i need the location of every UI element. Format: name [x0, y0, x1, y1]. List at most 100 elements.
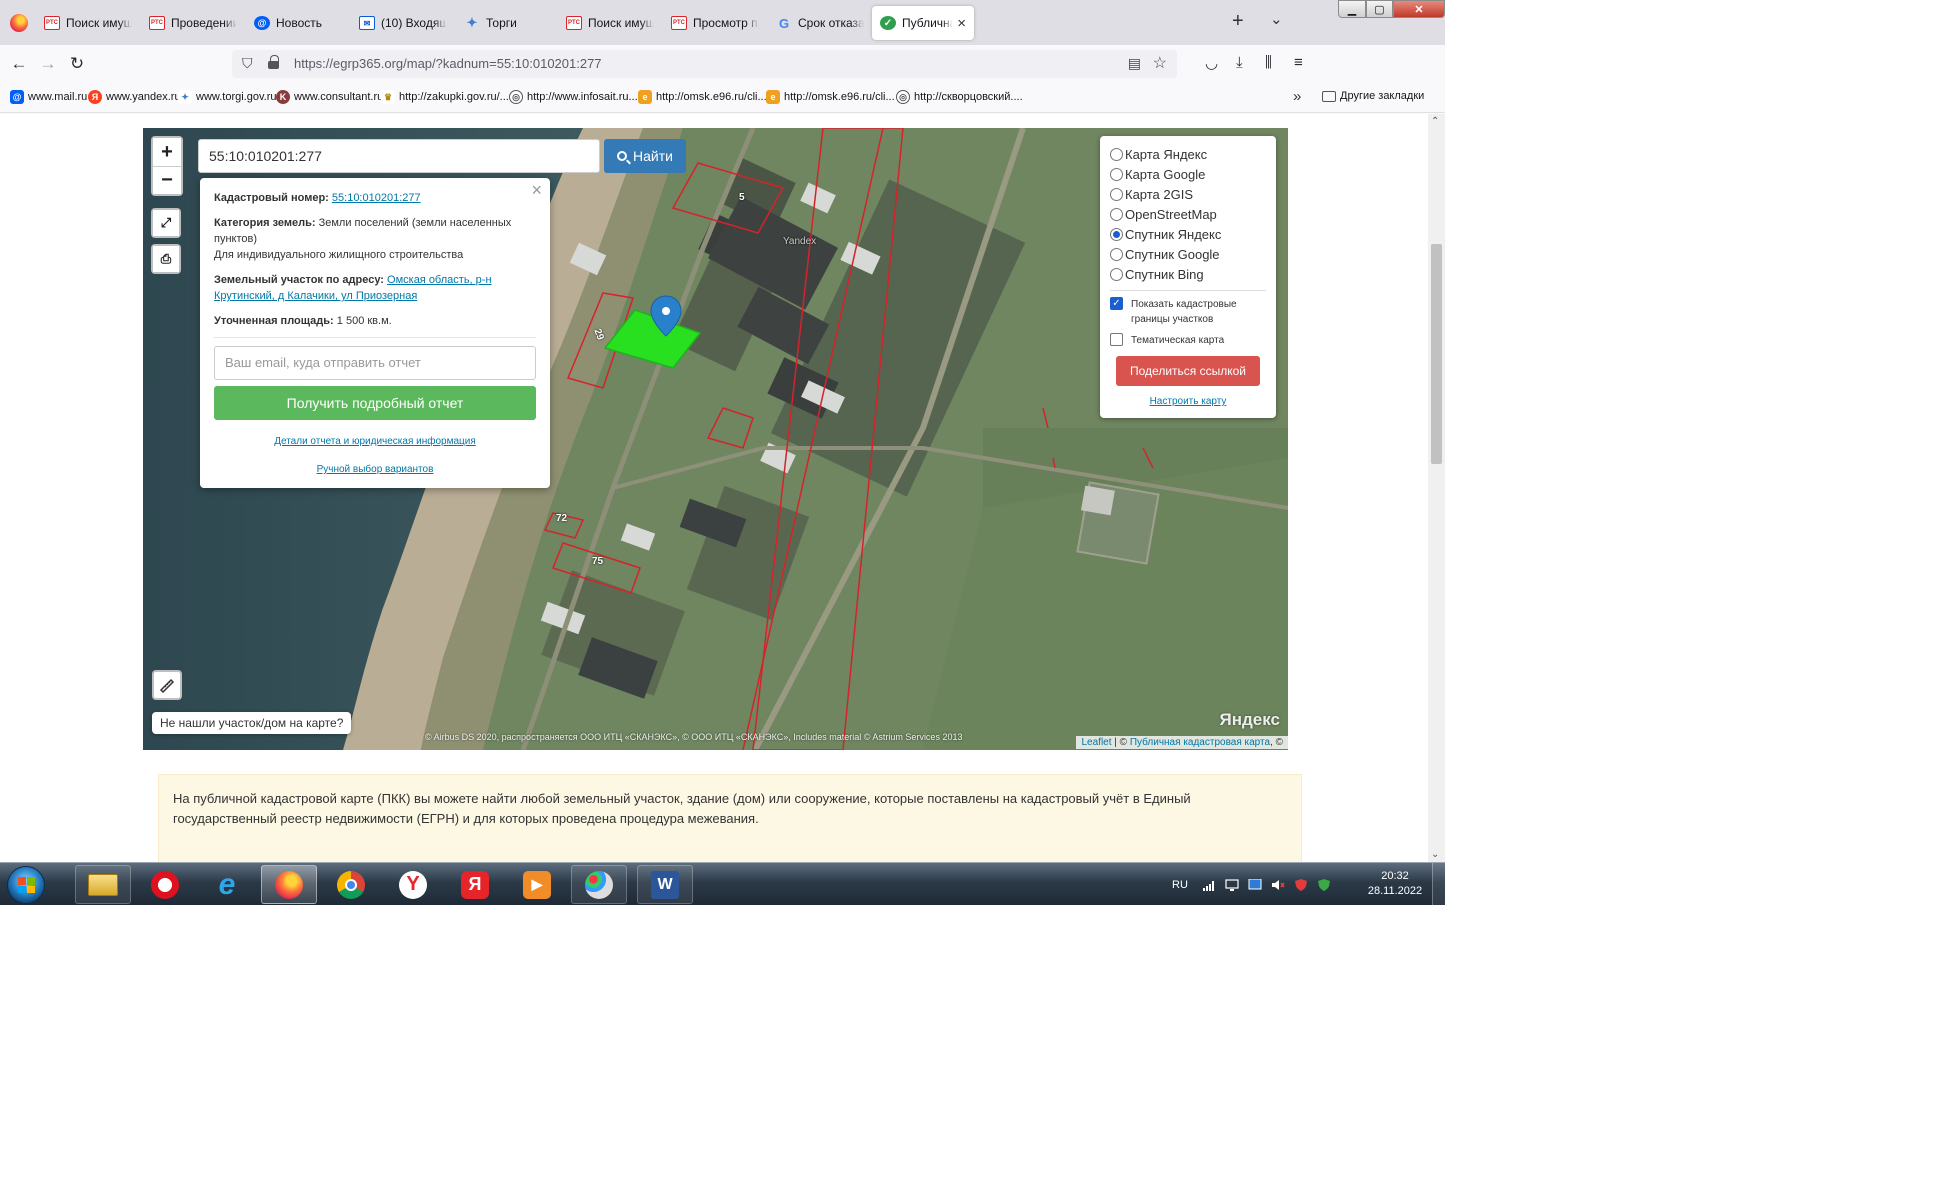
signal-icon[interactable]	[1202, 879, 1216, 891]
not-found-button[interactable]: Не нашли участок/дом на карте?	[152, 712, 352, 734]
taskbar-clock[interactable]: 20:32 28.11.2022	[1355, 869, 1435, 899]
get-report-button[interactable]: Получить подробный отчет	[214, 386, 536, 420]
layer-option-google-satellite[interactable]: Спутник Google	[1110, 244, 1266, 264]
tab-3[interactable]: @ Новость	[246, 6, 350, 40]
tab-5[interactable]: ✦ Торги	[456, 6, 560, 40]
file-explorer-icon[interactable]	[75, 865, 131, 904]
share-link-button[interactable]: Поделиться ссылкой	[1116, 356, 1260, 386]
checkbox-icon[interactable]	[1110, 333, 1123, 346]
update-icon[interactable]	[1317, 878, 1331, 891]
yandex-icon[interactable]: Я	[447, 865, 503, 904]
pkk-link[interactable]: Публичная кадастровая карта	[1130, 737, 1270, 748]
tab-8[interactable]: G Срок отказа ор	[768, 6, 872, 40]
layer-option-yandex-satellite[interactable]: Спутник Яндекс	[1110, 224, 1266, 244]
expand-icon[interactable]: ⤢	[153, 210, 179, 236]
reload-icon[interactable]: ↻	[64, 51, 90, 77]
bookmark-e96-2[interactable]: e http://omsk.e96.ru/cli...	[766, 90, 895, 104]
tab-active[interactable]: ✓ Публичная к ×	[872, 6, 974, 40]
word-icon[interactable]: W	[637, 865, 693, 904]
new-tab-button[interactable]: +	[1232, 10, 1244, 33]
chevron-right-icon[interactable]: »	[1293, 88, 1301, 105]
radio-icon[interactable]	[1110, 247, 1123, 261]
zoom-out-button[interactable]: −	[153, 166, 181, 194]
show-desktop-button[interactable]	[1432, 863, 1445, 905]
network-icon[interactable]	[1225, 878, 1239, 891]
layer-option-osm[interactable]: OpenStreetMap	[1110, 204, 1266, 224]
bookmark-mail[interactable]: @ www.mail.ru	[10, 90, 87, 104]
close-tab-icon[interactable]: ×	[957, 15, 966, 32]
url-text[interactable]: https://egrp365.org/map/?kadnum=55:10:01…	[294, 56, 602, 71]
radio-icon[interactable]	[1110, 147, 1123, 161]
layer-option-yandex-map[interactable]: Карта Яндекс	[1110, 144, 1266, 164]
radio-icon[interactable]	[1110, 187, 1123, 201]
volume-muted-icon[interactable]	[1271, 879, 1285, 891]
close-icon[interactable]: ×	[531, 181, 542, 199]
layer-option-bing-satellite[interactable]: Спутник Bing	[1110, 264, 1266, 284]
thematic-checkbox-row[interactable]: Тематическая карта	[1110, 333, 1266, 348]
tab-1[interactable]: РТС Поиск имущест	[36, 6, 140, 40]
bookmark-infosait[interactable]: ◎ http://www.infosait.ru....	[509, 90, 641, 104]
layer-option-2gis[interactable]: Карта 2GIS	[1110, 184, 1266, 204]
forward-arrow-icon[interactable]: →	[35, 51, 61, 77]
page-scrollbar[interactable]: ⌃ ⌄	[1428, 114, 1445, 862]
bookmark-yandex[interactable]: Я www.yandex.ru	[88, 90, 181, 104]
star-icon[interactable]: ☆	[1153, 53, 1167, 73]
tab-4[interactable]: ✉ (10) Входящие -	[351, 6, 455, 40]
ruler-icon[interactable]	[152, 670, 182, 700]
library-icon[interactable]: ⫼	[1265, 54, 1272, 71]
find-button[interactable]: Найти	[604, 139, 686, 173]
bookmark-consultant[interactable]: K www.consultant.ru	[276, 90, 383, 104]
configure-map-link[interactable]: Настроить карту	[1110, 396, 1266, 407]
cadastral-search-input[interactable]: 55:10:010201:277	[198, 139, 600, 173]
language-indicator[interactable]: RU	[1172, 879, 1188, 891]
manual-selection-link[interactable]: Ручной выбор вариантов	[317, 464, 434, 475]
close-window-icon[interactable]: ✕	[1393, 0, 1445, 18]
tab-2[interactable]: РТС Проведении отч	[141, 6, 245, 40]
zoom-in-button[interactable]: +	[153, 138, 181, 166]
chrome-icon[interactable]	[323, 865, 379, 904]
minimize-icon[interactable]: ▁	[1338, 0, 1366, 18]
scroll-down-icon[interactable]: ⌄	[1431, 849, 1439, 860]
bookmark-e96-1[interactable]: e http://omsk.e96.ru/cli...	[638, 90, 767, 104]
firefox-icon[interactable]	[261, 865, 317, 904]
email-field[interactable]: Ваш email, куда отправить отчет	[214, 346, 536, 380]
scroll-up-icon[interactable]: ⌃	[1431, 116, 1439, 127]
layer-option-google-map[interactable]: Карта Google	[1110, 164, 1266, 184]
monitor-icon[interactable]	[1248, 878, 1262, 891]
internet-explorer-icon[interactable]: e	[199, 865, 255, 904]
radio-icon[interactable]	[1110, 267, 1123, 281]
start-button[interactable]	[7, 866, 45, 904]
scrollbar-thumb[interactable]	[1431, 244, 1442, 464]
reader-view-icon[interactable]: ▤	[1128, 55, 1141, 72]
lock-icon[interactable]	[268, 55, 279, 69]
security-shield-icon[interactable]	[1294, 878, 1308, 891]
bookmark-torgi[interactable]: ✦ www.torgi.gov.ru	[178, 90, 277, 104]
cadastral-link[interactable]: 55:10:010201:277	[332, 192, 421, 204]
tab-7[interactable]: РТС Просмотр проц	[663, 6, 767, 40]
chevron-down-icon[interactable]: ⌄	[1270, 10, 1283, 28]
paint-icon[interactable]	[571, 865, 627, 904]
leaflet-link[interactable]: Leaflet	[1081, 737, 1111, 748]
back-arrow-icon[interactable]: ←	[6, 51, 32, 77]
radio-icon[interactable]	[1110, 207, 1123, 221]
pocket-icon[interactable]: ◡	[1205, 54, 1218, 72]
radio-selected-icon[interactable]	[1110, 227, 1123, 241]
shield-icon[interactable]: ⛉	[242, 55, 253, 72]
other-bookmarks[interactable]: Другие закладки	[1322, 90, 1424, 102]
tab-6[interactable]: РТС Поиск имущест	[558, 6, 662, 40]
maximize-icon[interactable]: ▢	[1366, 0, 1393, 18]
download-icon[interactable]: ⤓	[1236, 54, 1243, 71]
media-player-icon[interactable]: ▶	[509, 865, 565, 904]
map[interactable]: 5 29 72 75 Yandex + − ⤢ ⎙ 55:10:010201:2…	[143, 128, 1288, 750]
report-details-link[interactable]: Детали отчета и юридическая информация	[274, 436, 476, 447]
firefox-icon[interactable]	[10, 14, 28, 32]
bookmark-skvortsovsky[interactable]: ◎ http://скворцовский....	[896, 90, 1023, 104]
opera-icon[interactable]	[137, 865, 193, 904]
show-boundaries-checkbox-row[interactable]: ✓ Показать кадастровые границы участков	[1110, 297, 1266, 327]
yandex-browser-icon[interactable]: Y	[385, 865, 441, 904]
menu-icon[interactable]: ≡	[1294, 54, 1303, 71]
print-icon[interactable]: ⎙	[153, 246, 179, 272]
url-bar[interactable]: ⛉ https://egrp365.org/map/?kadnum=55:10:…	[232, 50, 1177, 78]
checkbox-checked-icon[interactable]: ✓	[1110, 297, 1123, 310]
bookmark-zakupki[interactable]: ♛ http://zakupki.gov.ru/...	[381, 90, 509, 104]
